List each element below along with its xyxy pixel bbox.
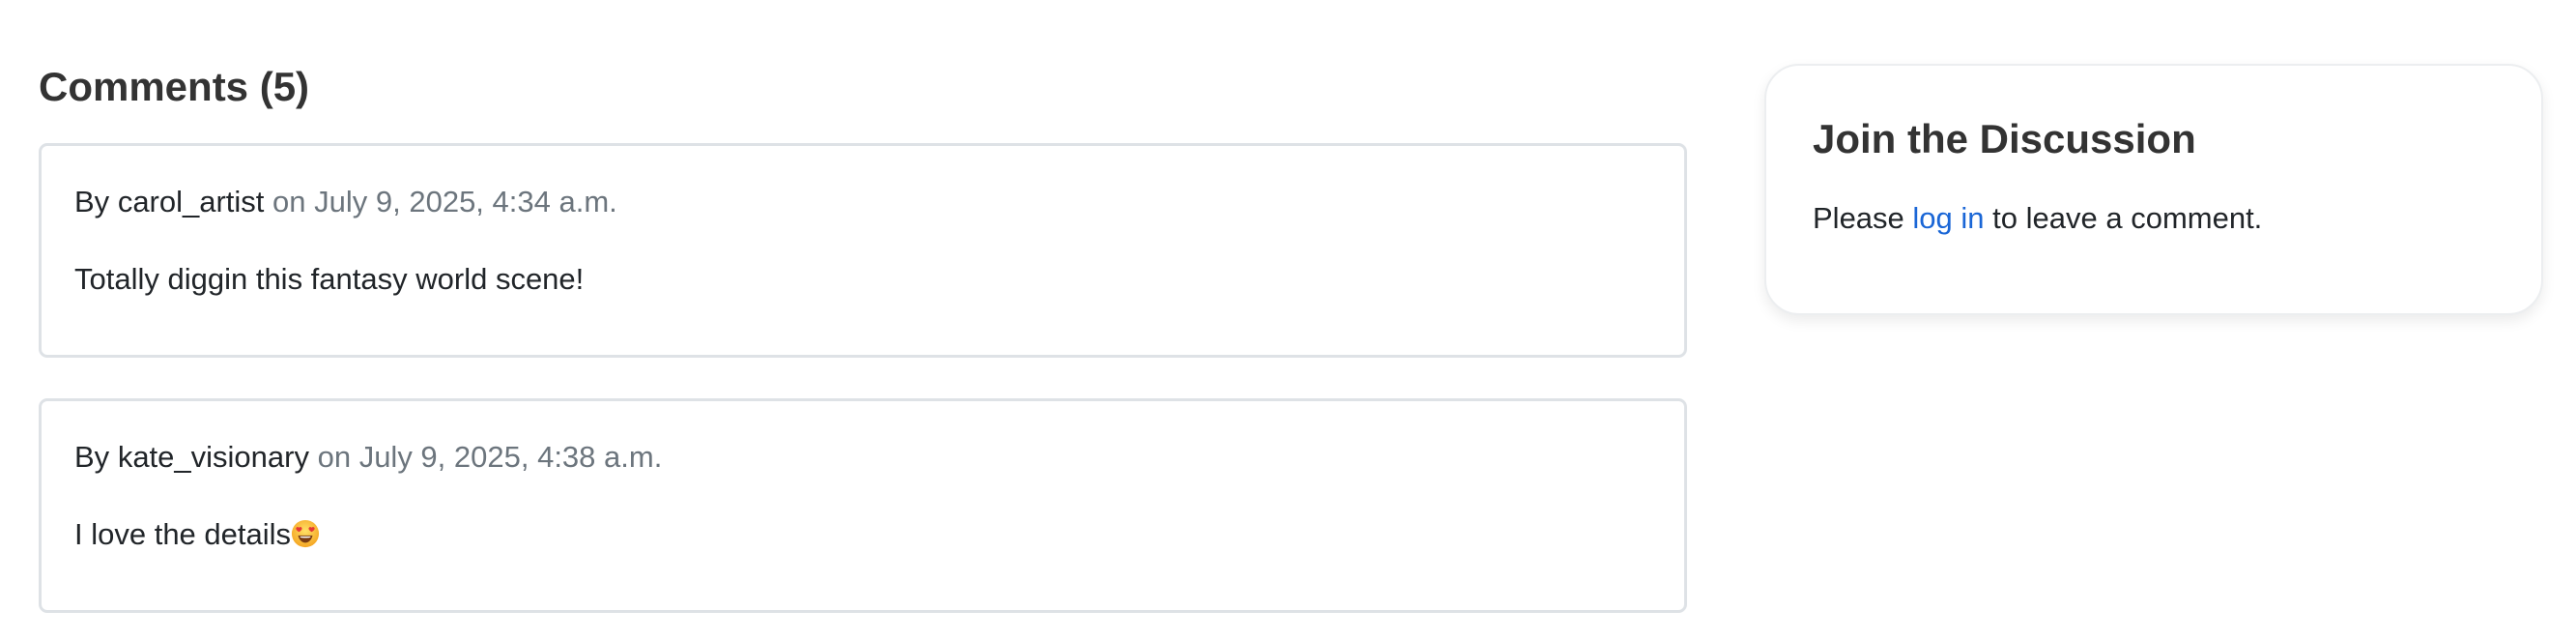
login-prompt-prefix: Please: [1813, 201, 1904, 235]
comment-body: I love the details: [74, 517, 292, 551]
comment-card: By carol_artist on July 9, 2025, 4:34 a.…: [39, 143, 1687, 358]
comment-byline: By carol_artist: [74, 185, 264, 218]
login-link[interactable]: log in: [1912, 201, 1984, 235]
login-prompt-suffix: to leave a comment.: [1992, 201, 2263, 235]
comment-meta: By carol_artist on July 9, 2025, 4:34 a.…: [74, 181, 617, 223]
comment-meta: By kate_visionary on July 9, 2025, 4:38 …: [74, 436, 662, 479]
comment-by-prefix: By: [74, 440, 110, 474]
comment-body-wrapper: I love the details: [74, 513, 320, 556]
comment-card: By kate_visionary on July 9, 2025, 4:38 …: [39, 398, 1687, 613]
login-prompt: Please log in to leave a comment.: [1813, 197, 2262, 240]
comment-date: on July 9, 2025, 4:34 a.m.: [272, 185, 617, 218]
smiling-face-with-heart-eyes-icon: [291, 519, 320, 548]
join-discussion-title: Join the Discussion: [1813, 116, 2196, 161]
join-discussion-card: Join the Discussion Please log in to lea…: [1764, 64, 2543, 315]
comment-body: Totally diggin this fantasy world scene!: [74, 262, 585, 296]
comment-byline: By kate_visionary: [74, 440, 309, 474]
comment-date: on July 9, 2025, 4:38 a.m.: [317, 440, 663, 474]
comment-author: carol_artist: [117, 185, 265, 218]
comment-author: kate_visionary: [117, 440, 309, 474]
comments-heading: Comments (5): [39, 64, 310, 109]
comment-by-prefix: By: [74, 185, 110, 218]
